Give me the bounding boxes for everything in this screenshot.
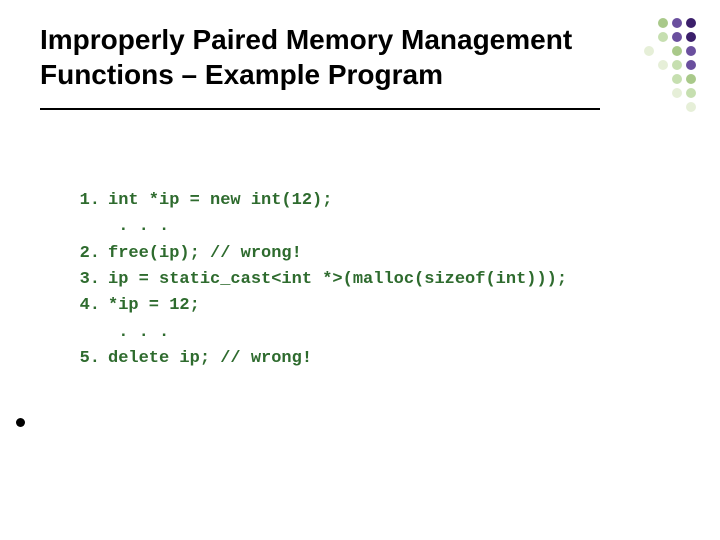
code-line: 3.ip = static_cast<int *>(malloc(sizeof(… xyxy=(66,267,567,293)
line-number: 3. xyxy=(66,267,100,293)
decor-dot-icon xyxy=(672,60,682,70)
code-text: . . . xyxy=(100,320,169,346)
decor-dot-icon xyxy=(672,32,682,42)
line-number: 4. xyxy=(66,293,100,319)
code-text: ip = static_cast<int *>(malloc(sizeof(in… xyxy=(100,267,567,293)
decor-dot-icon xyxy=(686,32,696,42)
code-line: . . . xyxy=(66,320,567,346)
decor-dot-icon xyxy=(686,60,696,70)
decor-dot-icon xyxy=(686,74,696,84)
decor-dot-icon xyxy=(672,88,682,98)
decor-dot-icon xyxy=(672,74,682,84)
code-line: . . . xyxy=(66,214,567,240)
line-number: 5. xyxy=(66,346,100,372)
slide-title: Improperly Paired Memory Management Func… xyxy=(40,22,600,92)
code-line: 4.*ip = 12; xyxy=(66,293,567,319)
bullet-dot-icon xyxy=(16,418,25,427)
decor-dot-icon xyxy=(686,102,696,112)
code-text: . . . xyxy=(100,214,169,240)
code-line: 5.delete ip; // wrong! xyxy=(66,346,567,372)
code-text: *ip = 12; xyxy=(100,293,200,319)
decor-dot-icon xyxy=(672,46,682,56)
code-line: 1.int *ip = new int(12); xyxy=(66,188,567,214)
decor-dot-icon xyxy=(686,18,696,28)
decor-dot-icon xyxy=(658,18,668,28)
code-text: int *ip = new int(12); xyxy=(100,188,332,214)
decor-dot-icon xyxy=(658,60,668,70)
corner-dots-decoration xyxy=(606,18,702,128)
code-block: 1.int *ip = new int(12); . . .2.free(ip)… xyxy=(66,188,567,372)
decor-dot-icon xyxy=(686,46,696,56)
line-number: 2. xyxy=(66,241,100,267)
slide: Improperly Paired Memory Management Func… xyxy=(0,0,720,540)
decor-dot-icon xyxy=(672,18,682,28)
code-text: free(ip); // wrong! xyxy=(100,241,302,267)
code-text: delete ip; // wrong! xyxy=(100,346,312,372)
decor-dot-icon xyxy=(658,32,668,42)
code-line: 2.free(ip); // wrong! xyxy=(66,241,567,267)
line-number xyxy=(66,320,100,346)
decor-dot-icon xyxy=(686,88,696,98)
line-number xyxy=(66,214,100,240)
title-underline xyxy=(40,108,600,110)
decor-dot-icon xyxy=(644,46,654,56)
line-number: 1. xyxy=(66,188,100,214)
